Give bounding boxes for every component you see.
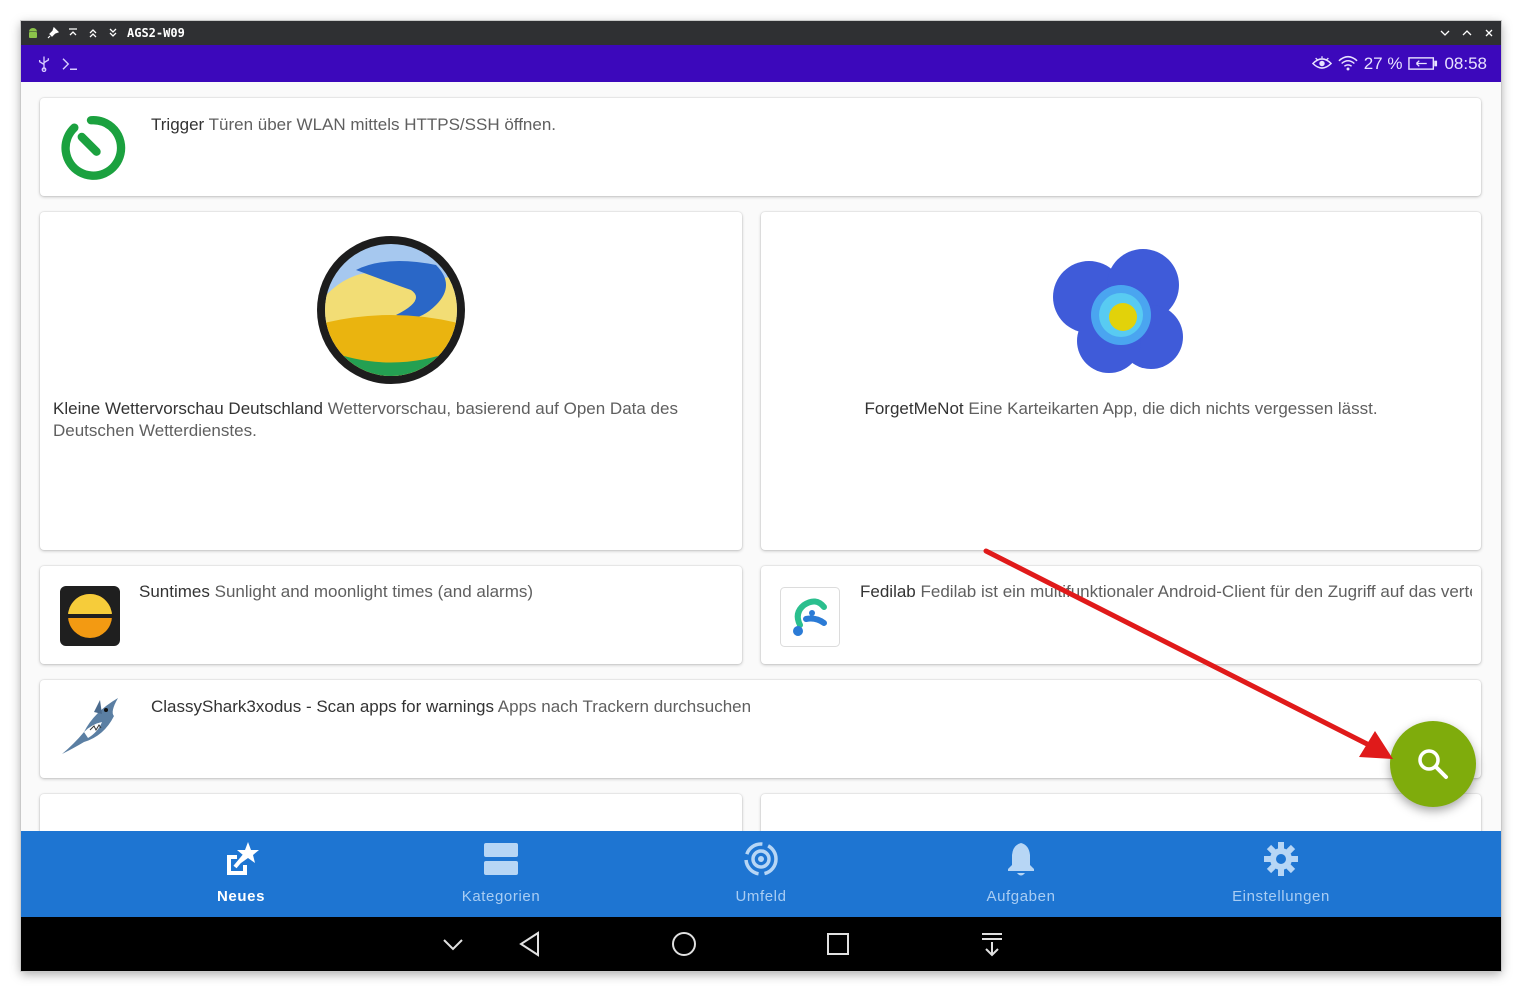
categories-icon xyxy=(484,843,518,875)
card-app-name: Kleine Wettervorschau Deutschland xyxy=(53,399,323,418)
nav-aufgaben[interactable]: Aufgaben xyxy=(921,831,1121,917)
nav-label: Neues xyxy=(216,888,266,905)
bottom-navigation: Neues Kategorien Umfeld Aufgaben Einstel… xyxy=(21,831,1501,917)
gear-icon xyxy=(1264,842,1298,876)
minimize-icon[interactable] xyxy=(1439,27,1451,39)
app-card-wettervorschau[interactable]: Kleine Wettervorschau Deutschland Wetter… xyxy=(40,212,742,550)
app-card-classyshark[interactable]: ClassyShark3xodus - Scan apps for warnin… xyxy=(40,680,1481,778)
nav-einstellungen[interactable]: Einstellungen xyxy=(1181,831,1381,917)
search-fab[interactable] xyxy=(1390,721,1476,807)
card-app-summary: Türen über WLAN mittels HTTPS/SSH öffnen… xyxy=(208,115,557,134)
trigger-app-icon xyxy=(61,116,126,180)
card-app-summary: Fedilab ist ein multifunktionaler Androi… xyxy=(920,582,1473,601)
card-app-name: Fedilab xyxy=(860,582,916,601)
maximize-icon[interactable] xyxy=(1461,27,1473,39)
back-icon[interactable] xyxy=(516,930,544,958)
app-card-partial-left[interactable] xyxy=(40,794,742,831)
nav-label: Umfeld xyxy=(735,888,787,905)
nav-label: Aufgaben xyxy=(986,888,1056,905)
battery-icon xyxy=(1408,57,1438,70)
nearby-icon xyxy=(744,842,778,876)
usb-icon xyxy=(38,56,50,72)
home-icon[interactable] xyxy=(670,930,698,958)
recents-icon[interactable] xyxy=(824,930,852,958)
nav-label: Einstellungen xyxy=(1232,888,1330,905)
double-up-icon[interactable] xyxy=(87,27,99,39)
app-card-forgetmenot[interactable]: ForgetMeNot Eine Karteikarten App, die d… xyxy=(761,212,1481,550)
card-app-name: ClassyShark3xodus - Scan apps for warnin… xyxy=(151,697,494,716)
clock: 08:58 xyxy=(1444,53,1487,73)
eye-icon xyxy=(1311,56,1332,69)
system-navigation-bar xyxy=(21,917,1501,971)
android-icon xyxy=(29,28,37,38)
close-icon[interactable] xyxy=(1483,27,1495,39)
forgetmenot-app-icon xyxy=(1053,249,1183,373)
chevron-down-icon[interactable] xyxy=(439,930,467,958)
app-list: Trigger Türen über WLAN mittels HTTPS/SS… xyxy=(21,82,1501,831)
card-app-summary: Apps nach Trackern durchsuchen xyxy=(497,697,752,716)
battery-percent: 27 % xyxy=(1363,53,1403,73)
nav-neues[interactable]: Neues xyxy=(141,831,341,917)
pin-icon[interactable] xyxy=(47,27,59,39)
nav-umfeld[interactable]: Umfeld xyxy=(661,831,861,917)
fedilab-app-icon xyxy=(780,587,840,647)
double-down-icon[interactable] xyxy=(107,27,119,39)
card-app-name: ForgetMeNot xyxy=(864,399,964,418)
bell-icon xyxy=(1008,843,1034,876)
wifi-icon xyxy=(1338,55,1358,71)
nav-label: Kategorien xyxy=(461,888,541,905)
android-status-bar: 27 % 08:58 xyxy=(21,45,1501,82)
weather-app-icon xyxy=(317,236,465,384)
card-app-summary: Sunlight and moonlight times (and alarms… xyxy=(214,582,534,601)
app-card-suntimes[interactable]: Suntimes Sunlight and moonlight times (a… xyxy=(40,566,742,664)
shark-app-icon xyxy=(62,698,118,754)
card-app-name: Trigger xyxy=(151,115,205,134)
suntimes-app-icon xyxy=(60,586,120,646)
star-share-icon xyxy=(227,842,259,875)
terminal-icon xyxy=(62,57,77,70)
nav-kategorien[interactable]: Kategorien xyxy=(401,831,601,917)
move-top-icon[interactable] xyxy=(67,27,79,39)
window-title: AGS2-W09 xyxy=(127,26,185,40)
window-titlebar: AGS2-W09 xyxy=(21,21,1501,45)
emulator-window: AGS2-W09 27 % 08:58 Trigger Türen über W… xyxy=(21,21,1501,971)
card-app-summary: Eine Karteikarten App, die dich nichts v… xyxy=(968,399,1378,418)
search-icon xyxy=(1418,749,1448,779)
app-card-fedilab[interactable]: Fedilab Fedilab ist ein multifunktionale… xyxy=(761,566,1481,664)
card-app-name: Suntimes xyxy=(139,582,210,601)
app-card-trigger[interactable]: Trigger Türen über WLAN mittels HTTPS/SS… xyxy=(40,98,1481,196)
app-card-partial-right[interactable] xyxy=(761,794,1481,831)
notification-pull-icon[interactable] xyxy=(978,930,1006,958)
